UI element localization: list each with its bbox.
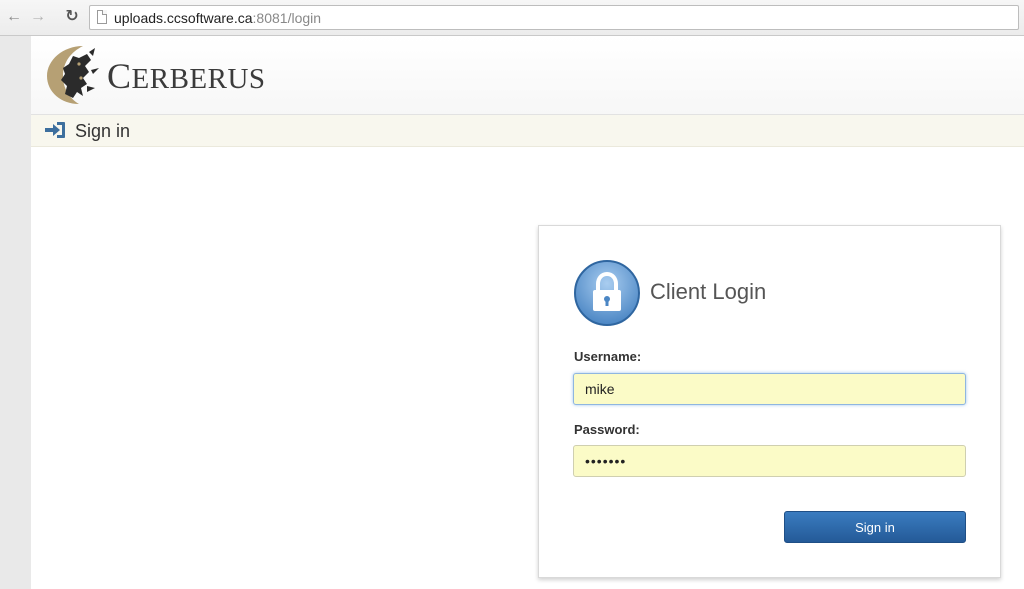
site-header: CERBERUS bbox=[31, 36, 1024, 115]
username-label: Username: bbox=[574, 349, 642, 364]
sign-in-icon bbox=[45, 122, 65, 138]
brand-initial: C bbox=[107, 56, 132, 96]
back-arrow-icon[interactable]: ← bbox=[4, 7, 24, 27]
cerberus-logo-icon[interactable] bbox=[43, 42, 103, 108]
brand-name: CERBERUS bbox=[107, 54, 266, 101]
login-panel: Client Login Username: Password: Sign in bbox=[538, 225, 1001, 578]
reload-icon[interactable]: ↻ bbox=[62, 7, 82, 27]
browser-toolbar: ← → ↻ uploads.ccsoftware.ca:8081/login bbox=[0, 0, 1024, 36]
forward-arrow-icon[interactable]: → bbox=[28, 7, 48, 27]
address-bar[interactable]: uploads.ccsoftware.ca:8081/login bbox=[89, 5, 1019, 30]
brand-rest: ERBERUS bbox=[131, 63, 266, 95]
login-title: Client Login bbox=[650, 279, 767, 304]
breadcrumb: Sign in bbox=[31, 115, 1024, 147]
url-text[interactable]: uploads.ccsoftware.ca:8081/login bbox=[114, 9, 321, 27]
left-gutter bbox=[0, 36, 31, 589]
breadcrumb-label: Sign in bbox=[75, 121, 131, 141]
url-host: uploads.ccsoftware.ca bbox=[114, 10, 253, 26]
page-icon bbox=[97, 10, 107, 24]
url-port-path: :8081/login bbox=[252, 10, 322, 26]
padlock-icon bbox=[574, 260, 640, 326]
password-input[interactable] bbox=[573, 445, 966, 477]
sign-in-button[interactable]: Sign in bbox=[784, 511, 966, 543]
password-label: Password: bbox=[574, 422, 640, 437]
username-input[interactable] bbox=[573, 373, 966, 405]
